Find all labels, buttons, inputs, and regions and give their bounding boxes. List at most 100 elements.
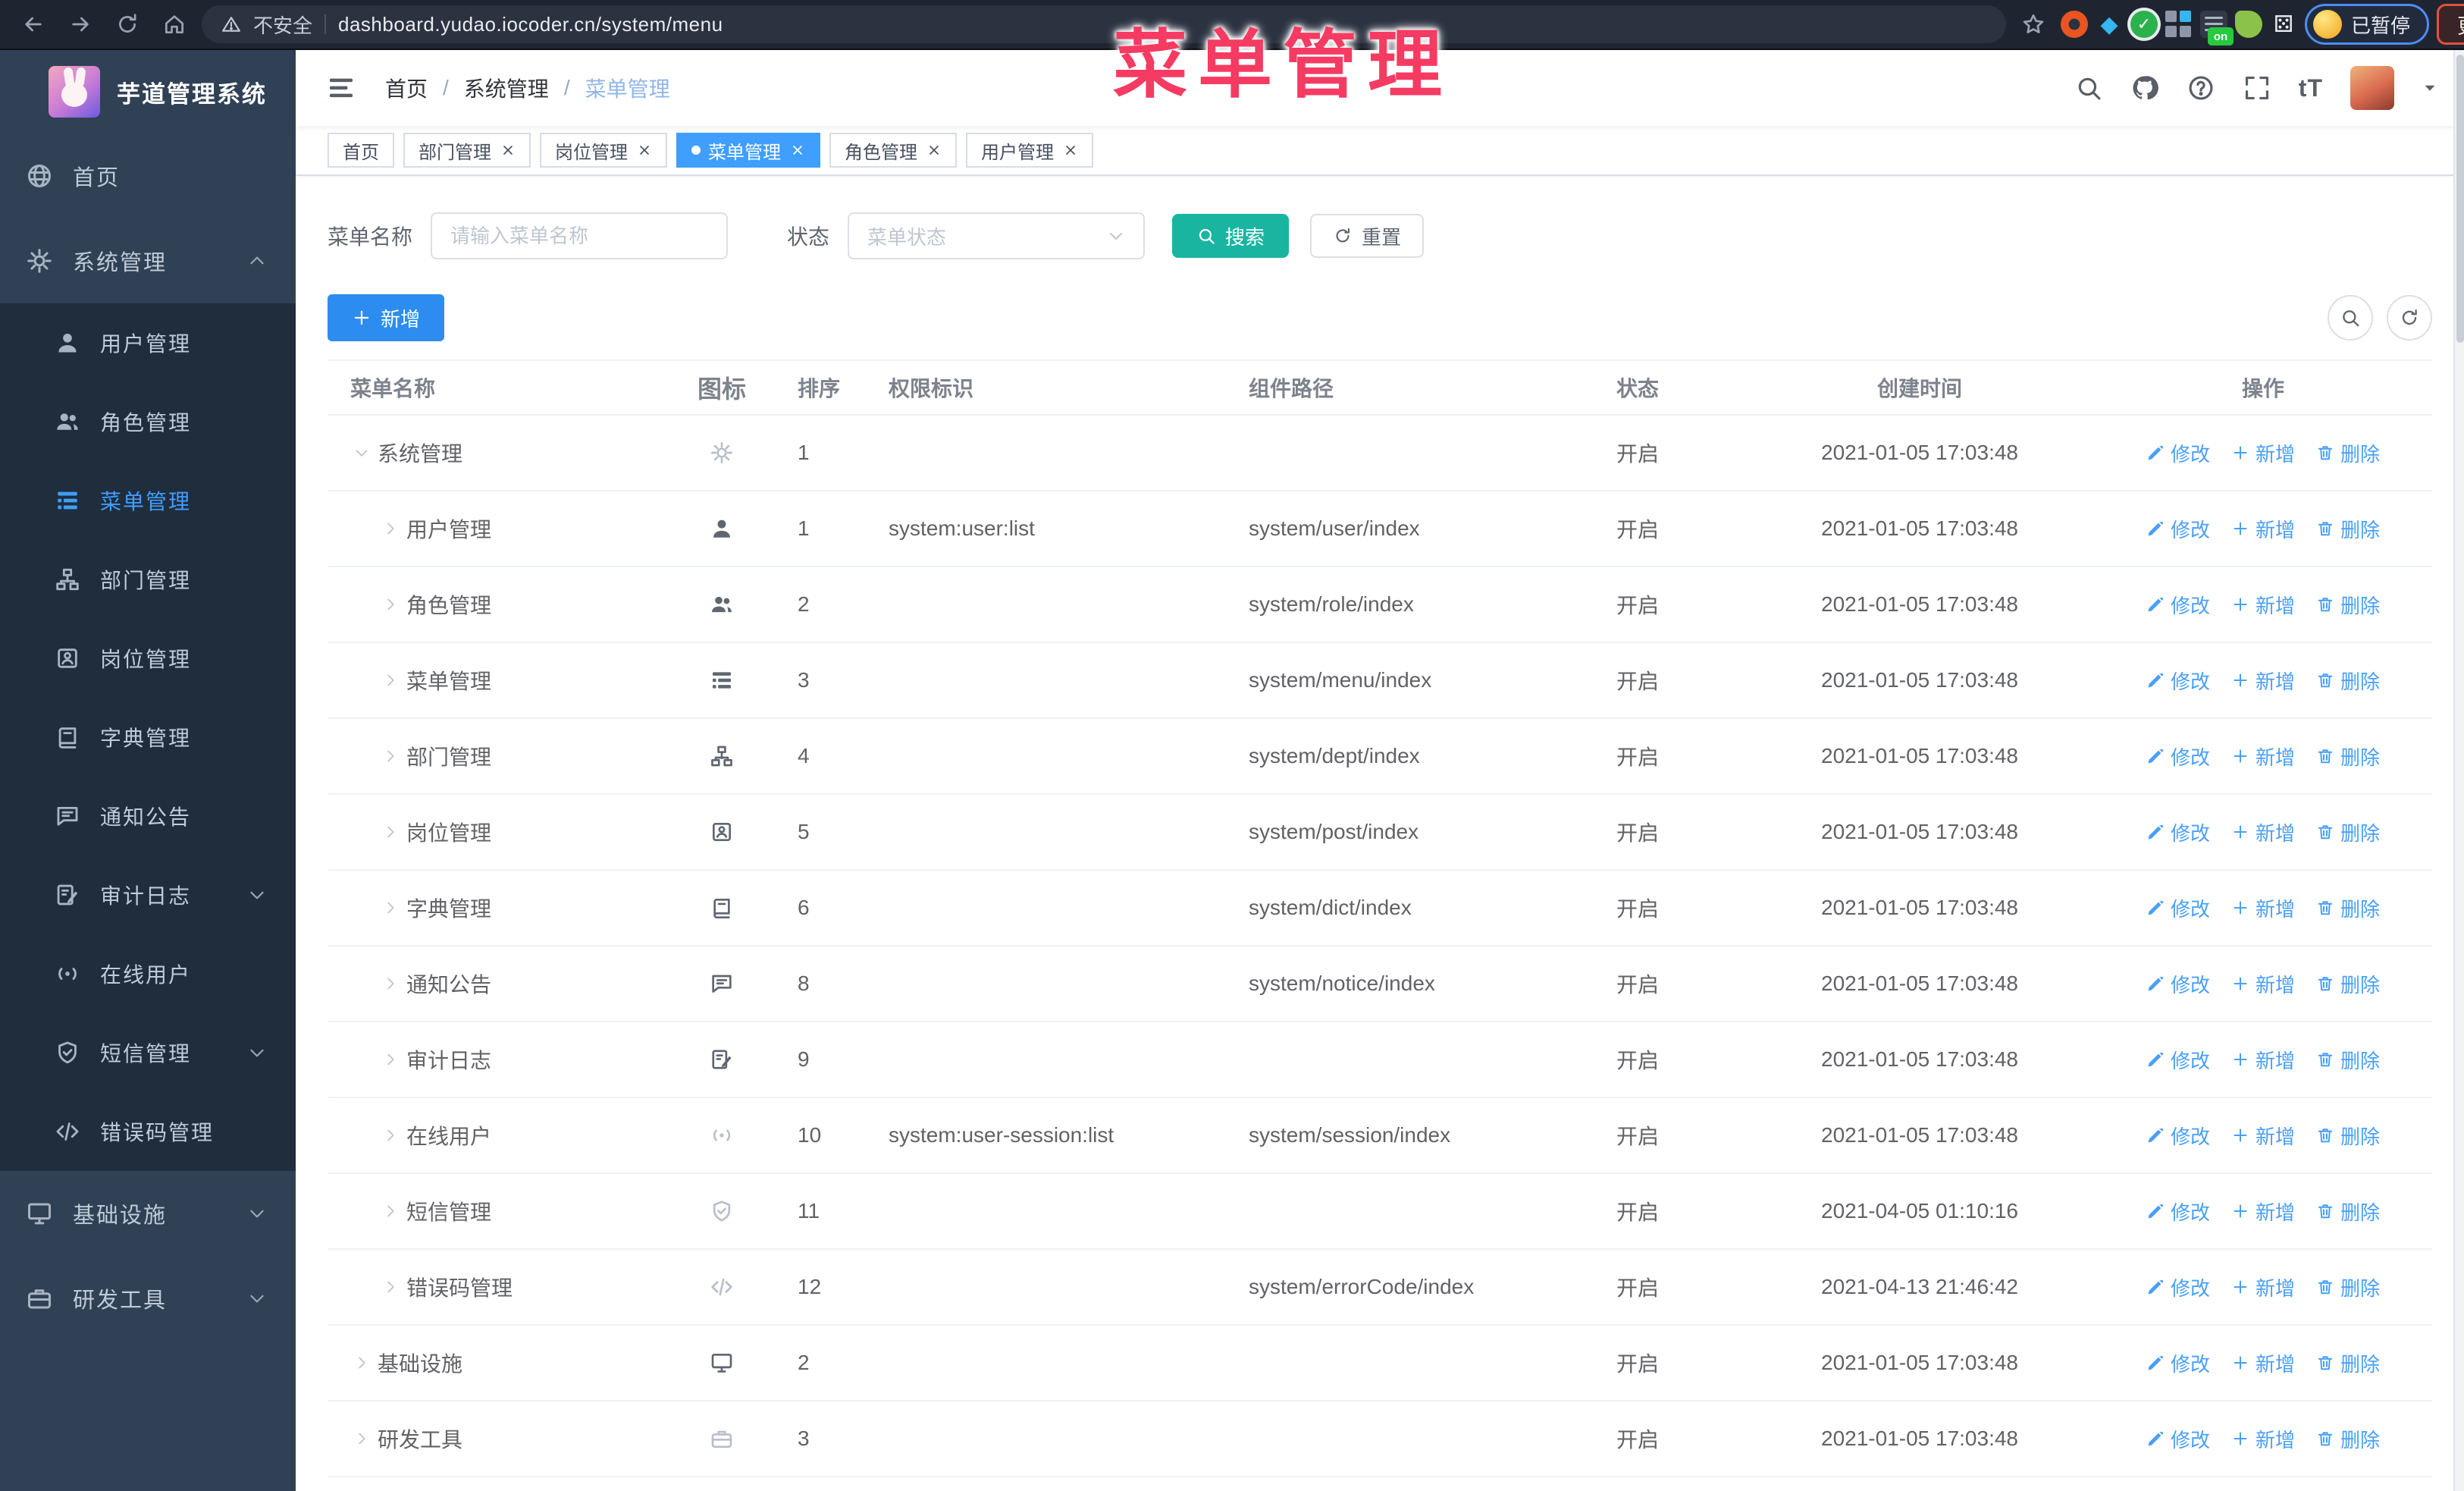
add-link[interactable]: 新增 [2231,970,2295,998]
fullscreen-icon[interactable] [2243,74,2271,102]
delete-link[interactable]: 删除 [2316,1273,2380,1301]
tab-用户管理[interactable]: 用户管理 [966,133,1093,168]
add-link[interactable]: 新增 [2231,742,2295,771]
edit-link[interactable]: 修改 [2146,818,2210,846]
add-link[interactable]: 新增 [2231,667,2295,695]
close-icon[interactable] [926,143,942,158]
chevron-right-icon[interactable] [350,1354,373,1371]
add-link[interactable]: 新增 [2231,515,2295,543]
chevron-down-icon[interactable] [350,444,373,461]
add-link[interactable]: 新增 [2231,1122,2295,1150]
tab-部门管理[interactable]: 部门管理 [403,133,531,168]
chevron-right-icon[interactable] [379,975,402,992]
edit-link[interactable]: 修改 [2146,667,2210,695]
scrollbar-thumb[interactable] [2456,55,2464,343]
sidebar-item-角色管理[interactable]: 角色管理 [0,382,296,461]
tab-首页[interactable]: 首页 [328,133,394,168]
sidebar-item-短信管理[interactable]: 短信管理 [0,1013,296,1092]
close-icon[interactable] [790,143,805,158]
delete-link[interactable]: 删除 [2316,818,2380,846]
delete-link[interactable]: 删除 [2316,1046,2380,1074]
tab-岗位管理[interactable]: 岗位管理 [540,133,667,168]
sidebar-item-用户管理[interactable]: 用户管理 [0,303,296,382]
add-link[interactable]: 新增 [2231,1046,2295,1074]
chevron-right-icon[interactable] [379,1279,402,1295]
chevron-right-icon[interactable] [379,520,402,537]
edit-link[interactable]: 修改 [2146,1046,2210,1074]
hamburger-icon[interactable] [326,73,356,103]
chevron-right-icon[interactable] [379,596,402,613]
extension-gem-icon[interactable]: ◆ [2096,11,2123,38]
close-icon[interactable] [1063,143,1078,158]
delete-link[interactable]: 删除 [2316,515,2380,543]
delete-link[interactable]: 删除 [2316,1198,2380,1226]
breadcrumb-item[interactable]: 系统管理 [464,73,549,103]
edit-link[interactable]: 修改 [2146,894,2210,922]
edit-link[interactable]: 修改 [2146,591,2210,619]
extension-proxy-on-icon[interactable]: on [2200,11,2234,46]
browser-reload-button[interactable] [108,5,147,44]
delete-link[interactable]: 删除 [2316,591,2380,619]
sidebar-item-部门管理[interactable]: 部门管理 [0,540,296,619]
sidebar-item-错误码管理[interactable]: 错误码管理 [0,1092,296,1171]
chevron-right-icon[interactable] [379,748,402,764]
close-icon[interactable] [500,143,516,158]
breadcrumb-item[interactable]: 菜单管理 [585,73,670,103]
edit-link[interactable]: 修改 [2146,742,2210,771]
add-link[interactable]: 新增 [2231,591,2295,619]
add-link[interactable]: 新增 [2231,1198,2295,1226]
delete-link[interactable]: 删除 [2316,667,2380,695]
sidebar-item-基础设施[interactable]: 基础设施 [0,1171,296,1256]
sidebar-item-审计日志[interactable]: 审计日志 [0,855,296,934]
page-scrollbar[interactable] [2453,50,2464,1491]
delete-link[interactable]: 删除 [2316,742,2380,771]
refresh-table-button[interactable] [2387,295,2432,341]
edit-link[interactable]: 修改 [2146,1425,2210,1453]
paused-extension-badge[interactable]: 已暂停 [2305,4,2430,45]
delete-link[interactable]: 删除 [2316,1349,2380,1377]
edit-link[interactable]: 修改 [2146,1122,2210,1150]
add-link[interactable]: 新增 [2231,1273,2295,1301]
address-bar[interactable]: 不安全 dashboard.yudao.iocoder.cn/system/me… [202,5,2006,43]
tab-角色管理[interactable]: 角色管理 [829,133,957,168]
edit-link[interactable]: 修改 [2146,1273,2210,1301]
font-size-icon[interactable]: tT [2299,74,2323,102]
extension-bug-icon[interactable] [2235,11,2262,38]
tab-菜单管理[interactable]: 菜单管理 [676,133,820,168]
sidebar-item-菜单管理[interactable]: 菜单管理 [0,461,296,540]
delete-link[interactable]: 删除 [2316,439,2380,467]
avatar-caret-down-icon[interactable] [2422,80,2438,96]
extensions-puzzle-icon[interactable]: ⚄ [2270,11,2297,38]
add-link[interactable]: 新增 [2231,439,2295,467]
status-select[interactable]: 菜单状态 [848,212,1146,259]
add-link[interactable]: 新增 [2231,818,2295,846]
browser-forward-button[interactable] [61,5,100,44]
browser-back-button[interactable] [14,5,53,44]
chevron-right-icon[interactable] [379,899,402,916]
github-icon[interactable] [2130,74,2159,102]
edit-link[interactable]: 修改 [2146,970,2210,998]
toggle-search-button[interactable] [2328,295,2373,341]
delete-link[interactable]: 删除 [2316,894,2380,922]
help-icon[interactable] [2187,74,2215,102]
sidebar-logo[interactable]: 芋道管理系统 [0,50,296,133]
browser-home-button[interactable] [155,5,194,44]
edit-link[interactable]: 修改 [2146,1198,2210,1226]
extension-ubuntu-icon[interactable] [2061,11,2088,38]
sidebar-item-通知公告[interactable]: 通知公告 [0,777,296,855]
sidebar-item-在线用户[interactable]: 在线用户 [0,934,296,1013]
reset-button[interactable]: 重置 [1310,214,1425,258]
user-avatar[interactable] [2350,66,2394,110]
add-link[interactable]: 新增 [2231,1425,2295,1453]
delete-link[interactable]: 删除 [2316,1122,2380,1150]
sidebar-item-研发工具[interactable]: 研发工具 [0,1256,296,1341]
edit-link[interactable]: 修改 [2146,515,2210,543]
edit-link[interactable]: 修改 [2146,1349,2210,1377]
chevron-right-icon[interactable] [379,1203,402,1219]
breadcrumb-item[interactable]: 首页 [385,73,428,103]
sidebar-item-字典管理[interactable]: 字典管理 [0,698,296,777]
add-link[interactable]: 新增 [2231,1349,2295,1377]
chevron-right-icon[interactable] [379,824,402,840]
search-icon[interactable] [2074,74,2103,102]
delete-link[interactable]: 删除 [2316,970,2380,998]
